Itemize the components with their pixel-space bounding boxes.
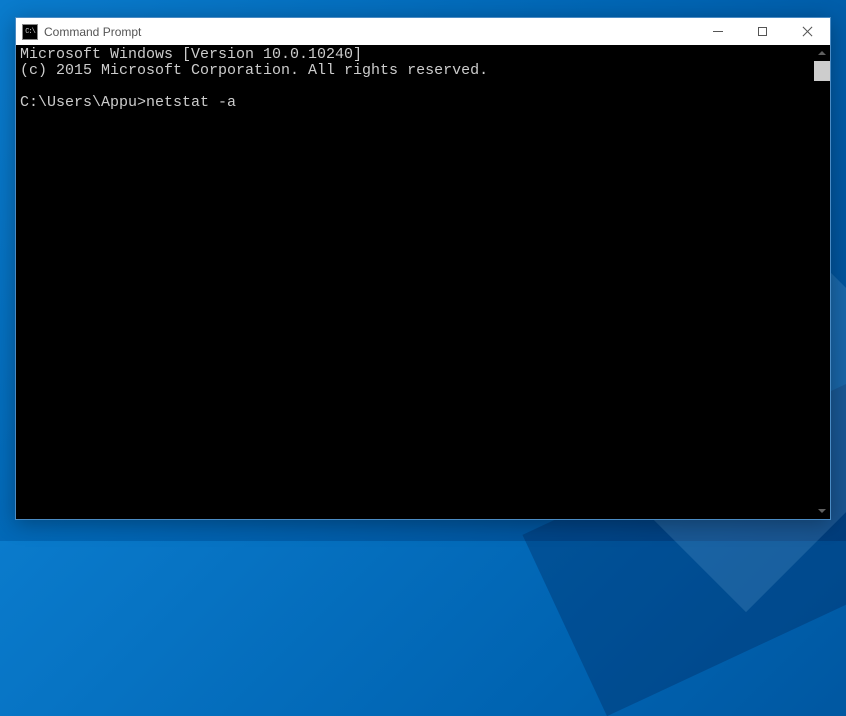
scroll-up-button[interactable] xyxy=(814,45,830,61)
prompt-path: C:\Users\Appu> xyxy=(20,94,146,111)
maximize-button[interactable] xyxy=(740,18,785,45)
close-icon xyxy=(802,26,813,37)
command-input[interactable]: netstat -a xyxy=(146,94,236,111)
chevron-up-icon xyxy=(818,51,826,55)
scroll-down-button[interactable] xyxy=(814,503,830,519)
terminal-area[interactable]: Microsoft Windows [Version 10.0.10240] (… xyxy=(16,45,830,519)
prompt-line: C:\Users\Appu>netstat -a xyxy=(20,94,236,111)
command-prompt-window: C:\ Command Prompt Microsoft Windows [Ve… xyxy=(15,17,831,520)
maximize-icon xyxy=(758,27,767,36)
close-button[interactable] xyxy=(785,18,830,45)
terminal-output-line: Microsoft Windows [Version 10.0.10240] xyxy=(20,46,362,63)
scroll-thumb[interactable] xyxy=(814,61,830,81)
titlebar[interactable]: C:\ Command Prompt xyxy=(16,18,830,45)
vertical-scrollbar[interactable] xyxy=(814,45,830,519)
minimize-button[interactable] xyxy=(695,18,740,45)
app-icon: C:\ xyxy=(22,24,38,40)
minimize-icon xyxy=(713,31,723,32)
window-controls xyxy=(695,18,830,45)
terminal-output-line: (c) 2015 Microsoft Corporation. All righ… xyxy=(20,62,488,79)
window-title: Command Prompt xyxy=(44,25,141,39)
chevron-down-icon xyxy=(818,509,826,513)
terminal-content[interactable]: Microsoft Windows [Version 10.0.10240] (… xyxy=(16,45,814,519)
